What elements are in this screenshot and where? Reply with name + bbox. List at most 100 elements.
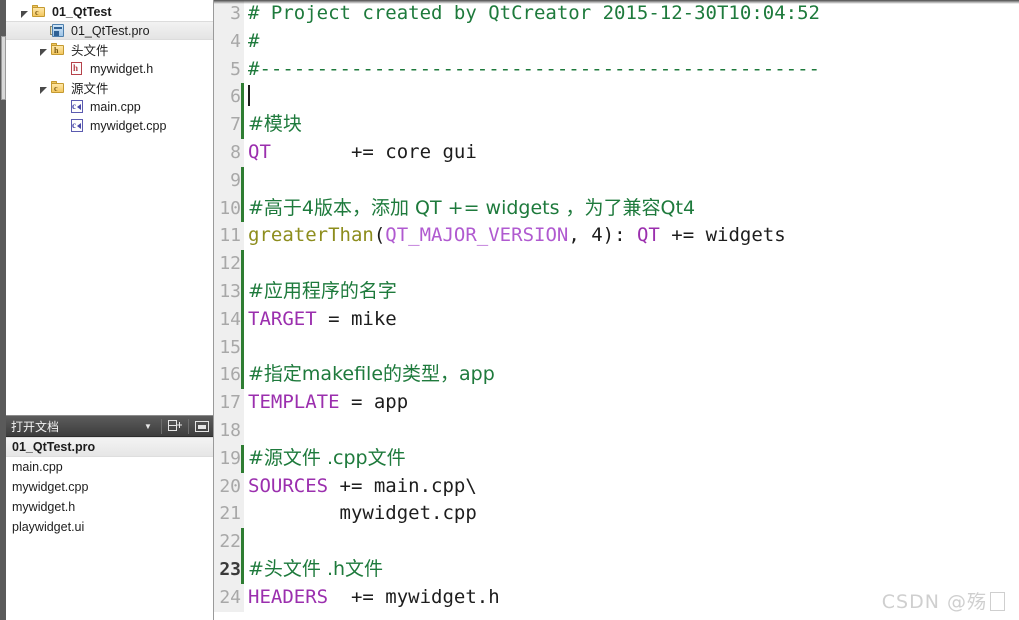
tree-item-[interactable]: c 源文件 [6,78,213,97]
line-number: 12 [214,250,244,278]
code-token: = mike [316,307,397,330]
open-document-item[interactable]: mywidget.h [6,497,213,517]
code-line[interactable]: 6 [214,83,1019,112]
pro-file-icon [50,23,66,38]
code-line[interactable]: 18 [214,416,1019,445]
tree-expander-icon[interactable] [37,43,50,56]
line-number: 18 [214,416,244,445]
code-text[interactable]: TEMPLATE = app [244,389,1019,417]
tree-expander-icon[interactable] [18,5,31,18]
tree-item-01QtTest.pro[interactable]: 01_QtTest.pro [6,21,213,40]
code-text[interactable]: SOURCES += main.cpp\ [244,473,1019,501]
tree-item-label: mywidget.h [90,61,154,76]
code-token: SOURCES [248,474,329,497]
code-text[interactable]: HEADERS += mywidget.h [244,584,1019,612]
code-line[interactable]: 17 TEMPLATE = app [214,389,1019,417]
code-token: #高于4版本，添加 QT += widgets ，为了兼容Qt4 [248,196,696,219]
open-documents-list[interactable]: 01_QtTest.pro main.cpp mywidget.cpp mywidge… [6,437,213,620]
line-number: 9 [214,166,244,195]
open-document-item[interactable]: 01_QtTest.pro [6,437,213,457]
code-token: greaterThan [248,224,374,247]
code-line[interactable]: 5 #--------------------------------------… [214,55,1019,84]
code-line[interactable]: 21 mywidget.cpp [214,500,1019,529]
code-text[interactable] [244,528,1019,556]
code-line[interactable]: 11 greaterThan(QT_MAJOR_VERSION, 4): QT +… [214,222,1019,251]
code-line[interactable]: 9 [214,166,1019,195]
code-line[interactable]: 19 #源文件 .cpp文件 [214,444,1019,473]
line-number: 22 [214,528,244,556]
code-line[interactable]: 3 # Project created by QtCreator 2015-12-… [214,0,1019,28]
code-text[interactable]: #源文件 .cpp文件 [244,445,1019,473]
code-editor[interactable]: 3 # Project created by QtCreator 2015-12-… [213,0,1019,620]
line-number: 16 [214,361,244,390]
split-editor-icon[interactable] [164,418,186,435]
code-line[interactable]: 23 #头文件 .h文件 [214,555,1019,584]
code-text[interactable]: #模块 [244,111,1019,139]
cpp-file-icon: c [69,99,85,114]
code-text[interactable]: # [244,28,1019,56]
tree-item-[interactable]: h 头文件 [6,40,213,59]
code-text[interactable]: QT += core gui [244,139,1019,167]
code-text[interactable]: greaterThan(QT_MAJOR_VERSION, 4): QT += … [244,222,1019,250]
code-token: += core gui [270,140,477,163]
open-documents-header: 打开文档 ▼ [6,416,213,437]
code-line[interactable]: 12 [214,250,1019,278]
code-line[interactable]: 4 # [214,27,1019,56]
code-token: #应用程序的名字 [248,279,397,302]
code-line[interactable]: 24 HEADERS += mywidget.h [214,583,1019,612]
code-token: += main.cpp\ [328,474,477,497]
tree-item-main.cpp[interactable]: c main.cpp [6,97,213,116]
change-marker [241,83,244,112]
code-line[interactable]: 22 [214,528,1019,556]
code-text[interactable]: mywidget.cpp [244,500,1019,528]
code-line[interactable]: 13 #应用程序的名字 [214,277,1019,306]
line-number: 13 [214,277,244,306]
tree-item-mywidget.h[interactable]: h mywidget.h [6,59,213,78]
chevron-down-icon[interactable]: ▼ [137,422,159,431]
code-token: QT_MAJOR_VERSION [385,224,569,247]
folder-sources-icon: c [50,80,66,95]
code-line[interactable]: 16 #指定makefile的类型，app [214,361,1019,390]
qt-creator-window: c 01_QtTest 01_QtTest.pro h 头文件 h mywidget.h c 源… [0,0,1019,620]
code-text[interactable]: #头文件 .h文件 [244,556,1019,584]
code-text[interactable]: TARGET = mike [244,306,1019,334]
line-number: 10 [214,194,244,223]
line-number: 11 [214,222,244,251]
line-number: 15 [214,333,244,362]
code-area[interactable]: 3 # Project created by QtCreator 2015-12-… [214,0,1019,620]
tree-item-01QtTest[interactable]: c 01_QtTest [6,2,213,21]
code-token: += widgets [659,224,786,247]
code-text[interactable]: #应用程序的名字 [244,278,1019,306]
open-document-item[interactable]: playwidget.ui [6,517,213,537]
code-token: = app [339,391,409,414]
tree-item-mywidget.cpp[interactable]: c mywidget.cpp [6,116,213,135]
code-token: QT [636,224,660,247]
open-document-item[interactable]: main.cpp [6,457,213,477]
code-text[interactable]: #指定makefile的类型，app [244,361,1019,389]
code-token: #模块 [248,113,302,136]
text-caret [248,85,250,107]
code-line[interactable]: 10 #高于4版本，添加 QT += widgets ，为了兼容Qt4 [214,194,1019,223]
code-line[interactable]: 7 #模块 [214,111,1019,139]
toolbar-divider-2 [188,418,189,434]
tree-item-label: mywidget.cpp [90,118,167,133]
code-text[interactable]: #---------------------------------------… [244,56,1019,84]
code-text[interactable] [244,250,1019,278]
open-document-item[interactable]: mywidget.cpp [6,477,213,497]
code-text[interactable] [244,334,1019,362]
code-text[interactable]: # Project created by QtCreator 2015-12-3… [244,0,1019,28]
code-line[interactable]: 20 SOURCES += main.cpp\ [214,472,1019,501]
tree-expander-icon[interactable] [37,81,50,94]
code-text[interactable] [244,167,1019,195]
line-number: 20 [214,472,244,501]
line-number: 17 [214,389,244,417]
code-text[interactable]: #高于4版本，添加 QT += widgets ，为了兼容Qt4 [244,195,1019,223]
code-line[interactable]: 15 [214,333,1019,362]
code-text[interactable] [244,417,1019,445]
close-panel-icon[interactable] [191,418,213,435]
code-line[interactable]: 8 QT += core gui [214,138,1019,167]
project-tree[interactable]: c 01_QtTest 01_QtTest.pro h 头文件 h mywidget.h c 源… [6,0,213,415]
code-text[interactable] [244,83,1019,111]
folder-project-icon: c [31,4,47,19]
code-line[interactable]: 14 TARGET = mike [214,305,1019,334]
